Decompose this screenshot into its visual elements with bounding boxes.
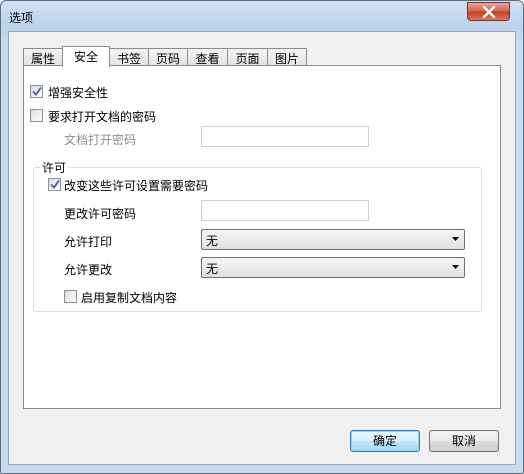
tab-label: 安全 (73, 50, 98, 64)
tab-images[interactable]: 图片 (267, 48, 307, 66)
close-icon (482, 6, 496, 18)
tab-page[interactable]: 页面 (227, 48, 268, 66)
close-button[interactable] (467, 2, 510, 21)
tab-label: 图片 (274, 52, 299, 66)
allow-change-value: 无 (206, 262, 219, 276)
tab-security[interactable]: 安全 (62, 46, 110, 67)
options-dialog: 选项 属性 安全 书签 页码 查看 页面 图片 增强安全性 要求打开文档的密码 (0, 0, 524, 474)
tab-page-numbers[interactable]: 页码 (148, 48, 188, 66)
allow-change-label: 允许更改 (64, 263, 113, 277)
allow-print-value: 无 (206, 234, 219, 248)
chevron-down-icon (452, 265, 459, 269)
open-password-label: 文档打开密码 (64, 133, 137, 147)
tab-label: 页码 (155, 52, 180, 66)
require-open-password-label: 要求打开文档的密码 (48, 110, 157, 124)
change-permission-password-label: 更改许可密码 (64, 207, 137, 221)
tab-label: 属性 (30, 52, 55, 66)
change-permissions-requires-password-label: 改变这些许可设置需要密码 (64, 179, 209, 193)
require-open-password-checkbox[interactable] (30, 109, 43, 122)
cancel-button[interactable]: 取消 (429, 430, 499, 452)
enable-copy-checkbox[interactable] (64, 290, 77, 303)
tab-properties[interactable]: 属性 (23, 48, 63, 66)
cancel-button-label: 取消 (451, 434, 476, 448)
window-title: 选项 (9, 11, 34, 25)
chevron-down-icon (452, 237, 459, 241)
checkmark-icon (32, 86, 42, 96)
title-bar[interactable]: 选项 (1, 1, 523, 31)
ok-button[interactable]: 确定 (350, 430, 420, 452)
tab-label: 书签 (116, 52, 141, 66)
security-panel: 增强安全性 要求打开文档的密码 文档打开密码 许可 改变这些许可设置需要密码 更… (23, 65, 501, 409)
allow-print-label: 允许打印 (64, 235, 113, 249)
permissions-legend: 许可 (40, 159, 69, 176)
enhance-security-checkbox[interactable] (30, 85, 43, 98)
change-permission-password-field[interactable] (201, 200, 369, 221)
allow-change-select[interactable]: 无 (201, 257, 465, 278)
ok-button-label: 确定 (372, 434, 397, 448)
change-permissions-requires-password-checkbox[interactable] (48, 178, 61, 191)
enable-copy-label: 启用复制文档内容 (81, 291, 178, 305)
open-password-field[interactable] (201, 126, 369, 147)
tab-bookmarks[interactable]: 书签 (109, 48, 149, 66)
tab-label: 查看 (195, 52, 220, 66)
tab-view[interactable]: 查看 (187, 48, 228, 66)
allow-print-select[interactable]: 无 (201, 229, 465, 250)
checkmark-icon (50, 179, 60, 189)
enhance-security-label: 增强安全性 (48, 86, 109, 100)
dialog-body: 属性 安全 书签 页码 查看 页面 图片 增强安全性 要求打开文档的密码 文档打… (8, 31, 516, 465)
tab-label: 页面 (235, 52, 260, 66)
